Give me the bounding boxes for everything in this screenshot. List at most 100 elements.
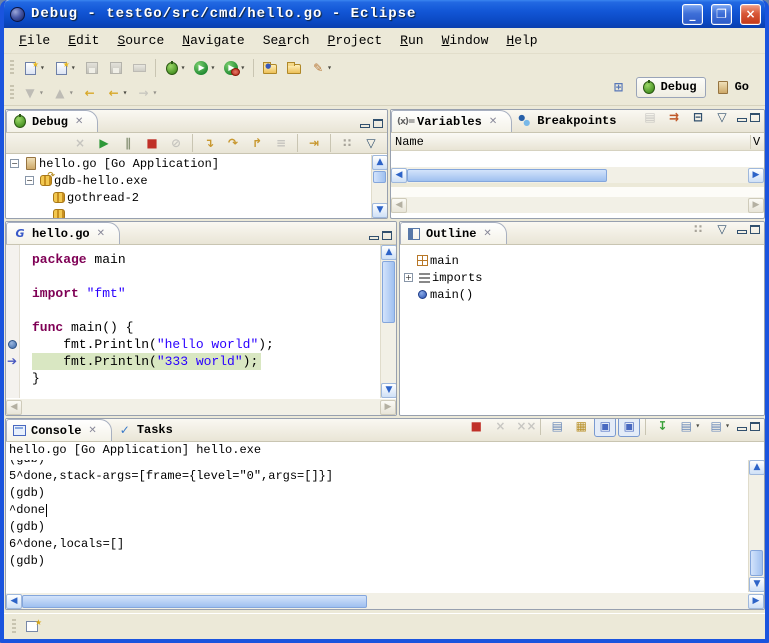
close-icon[interactable]: ✕ (489, 117, 497, 127)
console-vertical-scrollbar[interactable]: ▲ ▼ (748, 460, 764, 592)
view-menu-button[interactable]: ▽ (711, 221, 733, 240)
show-logical-structure-button[interactable]: ⇉ (663, 109, 685, 128)
dropdown-arrow-icon[interactable]: ▾ (40, 63, 45, 73)
code-line[interactable]: import "fmt" (32, 285, 380, 302)
scroll-right-icon[interactable]: ▶ (748, 594, 764, 609)
terminate-button[interactable]: ■ (141, 132, 163, 154)
scroll-down-icon[interactable]: ▼ (372, 203, 388, 218)
tab-debug[interactable]: Debug ✕ (6, 110, 98, 132)
expand-expander-icon[interactable]: + (404, 273, 413, 282)
perspective-go-button[interactable]: Go (711, 78, 757, 97)
remove-launch-button[interactable]: × (489, 418, 511, 437)
menu-help[interactable]: Help (497, 30, 546, 51)
disconnect-button[interactable]: ⊘ (165, 132, 187, 154)
menu-search[interactable]: Search (254, 30, 319, 51)
maximize-view-button[interactable] (750, 225, 760, 234)
code-line-current[interactable]: fmt.Println("333 world"); (32, 353, 380, 370)
dropdown-arrow-icon[interactable]: ▾ (210, 63, 215, 73)
step-into-button[interactable]: ↴ (198, 132, 220, 154)
toolbar-grip[interactable] (10, 60, 14, 76)
scroll-up-icon[interactable]: ▲ (372, 155, 388, 170)
remove-terminated-button[interactable]: × (69, 132, 91, 154)
back-button[interactable]: ←▾ (103, 82, 131, 104)
print-button[interactable] (129, 57, 150, 79)
clear-console-button[interactable]: ▤ (546, 418, 568, 437)
dropdown-arrow-icon[interactable]: ▾ (152, 88, 157, 98)
tab-console[interactable]: Console ✕ (6, 419, 112, 441)
breakpoint-icon[interactable] (8, 340, 17, 349)
variables-horizontal-scrollbar[interactable]: ◀ ▶ (391, 167, 764, 183)
console-output[interactable]: (gdb)5^done,stack-args=[frame={level="0"… (6, 460, 747, 592)
collapse-all-button[interactable]: ⊟ (687, 109, 709, 128)
debug-tree-item-gothread-2[interactable]: gothread-2 (6, 189, 370, 206)
use-step-filters-button[interactable]: ⇥ (303, 132, 325, 154)
dropdown-arrow-icon[interactable]: ▾ (39, 88, 44, 98)
scroll-left-icon[interactable]: ◀ (391, 168, 407, 183)
minimize-view-button[interactable] (737, 118, 747, 122)
dropdown-arrow-icon[interactable]: ▾ (695, 421, 700, 431)
minimize-view-button[interactable] (737, 230, 747, 234)
dropdown-arrow-icon[interactable]: ▾ (123, 88, 128, 98)
run-external-tools-button[interactable]: ▾ (220, 57, 248, 79)
close-icon[interactable]: ✕ (483, 229, 491, 239)
remove-all-terminated-button[interactable]: ×× (513, 418, 535, 437)
menu-window[interactable]: Window (433, 30, 498, 51)
tab-tasks[interactable]: ✓ Tasks (112, 419, 187, 441)
detail-pane[interactable] (391, 187, 764, 197)
scroll-thumb[interactable] (22, 595, 367, 608)
code-line[interactable]: } (32, 370, 380, 387)
code-line[interactable] (32, 268, 380, 285)
display-selected-console-button[interactable]: ▤▾ (675, 418, 703, 437)
view-menu-button[interactable]: ▽ (360, 132, 382, 154)
outline-item-main[interactable]: main (400, 252, 764, 269)
outline-misc-button[interactable]: ∷ (687, 221, 709, 240)
debug-vertical-scrollbar[interactable]: ▲ ▼ (371, 155, 387, 218)
close-icon[interactable]: ✕ (97, 229, 105, 239)
code-area[interactable]: package mainimport "fmt"func main() { fm… (20, 245, 380, 398)
title-bar[interactable]: Debug - testGo/src/cmd/hello.go - Eclips… (4, 0, 765, 28)
dropdown-arrow-icon[interactable]: ▾ (71, 63, 76, 73)
show-stdout-button[interactable]: ▣ (594, 418, 616, 437)
statusbar-grip[interactable] (12, 619, 16, 635)
code-line[interactable]: func main() { (32, 319, 380, 336)
debug-tree-item[interactable] (6, 206, 370, 218)
close-button[interactable]: × (740, 4, 761, 25)
collapse-expander-icon[interactable]: − (25, 176, 34, 185)
last-edit-location-button[interactable]: ← (79, 82, 101, 104)
previous-annotation-button[interactable]: ▲▾ (49, 82, 77, 104)
editor-vertical-scrollbar[interactable]: ▲ ▼ (380, 245, 396, 398)
dropdown-arrow-icon[interactable]: ▾ (69, 88, 74, 98)
show-type-names-button[interactable]: ▤ (639, 109, 661, 128)
outline-item-main[interactable]: main() (400, 286, 764, 303)
debug-button[interactable]: ▾ (161, 58, 189, 79)
forward-button[interactable]: →▾ (132, 82, 160, 104)
open-perspective-button[interactable]: ⊞ (608, 76, 630, 98)
maximize-view-button[interactable] (750, 422, 760, 431)
menu-navigate[interactable]: Navigate (173, 30, 253, 51)
dropdown-arrow-icon[interactable]: ▾ (327, 63, 332, 73)
minimize-view-button[interactable] (360, 124, 370, 128)
column-name[interactable]: Name (391, 135, 750, 149)
scroll-thumb[interactable] (407, 169, 607, 182)
debug-tree-item-hello.go[interactable]: − hello.go [Go Application] (6, 155, 370, 172)
terminate-button[interactable]: ■ (465, 418, 487, 437)
minimize-view-button[interactable] (737, 427, 747, 431)
dropdown-arrow-icon[interactable]: ▾ (725, 421, 730, 431)
perspective-debug-button[interactable]: Debug (636, 77, 706, 98)
run-button[interactable]: ▾ (190, 57, 218, 79)
scroll-lock-button[interactable]: ▦ (570, 418, 592, 437)
scroll-up-icon[interactable]: ▲ (381, 245, 397, 260)
fast-view-button[interactable] (21, 616, 43, 637)
next-annotation-button[interactable]: ▼▾ (19, 82, 47, 104)
search-button[interactable]: ✎▾ (307, 57, 335, 79)
tab-outline[interactable]: Outline ✕ (400, 222, 507, 244)
debug-misc-button[interactable]: ∷ (336, 132, 358, 154)
maximize-view-button[interactable] (373, 119, 383, 128)
scroll-thumb[interactable] (373, 171, 386, 183)
maximize-view-button[interactable] (382, 231, 392, 240)
scroll-right-icon[interactable]: ▶ (748, 168, 764, 183)
column-value[interactable]: V (750, 135, 764, 149)
debug-tree-item-gdb-hello.exe[interactable]: − gdb-hello.exe (6, 172, 370, 189)
scroll-up-icon[interactable]: ▲ (749, 460, 765, 475)
scroll-thumb[interactable] (382, 261, 395, 323)
